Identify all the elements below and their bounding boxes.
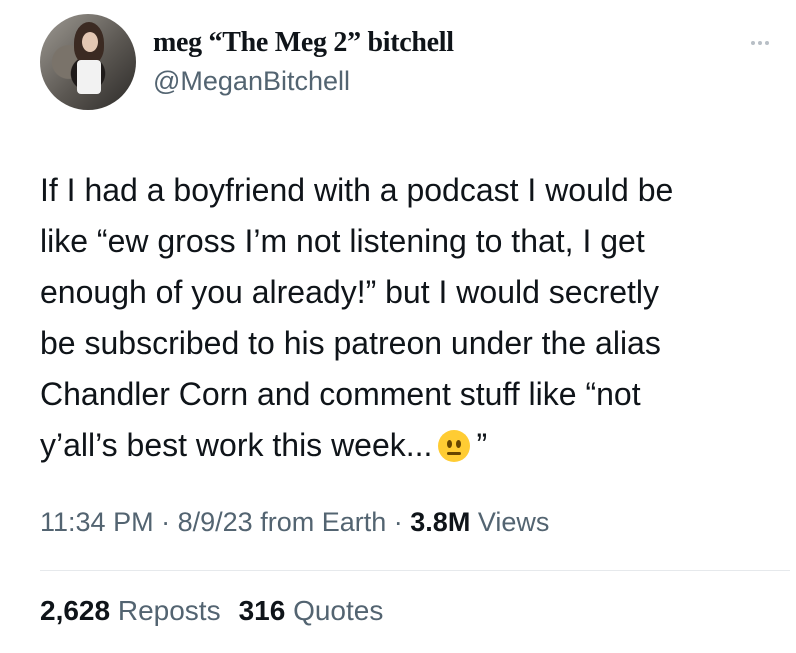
author-display-name[interactable]: meg “The Meg 2” bitchell [153, 27, 454, 59]
reposts-link[interactable]: 2,628 Reposts [40, 595, 221, 626]
tweet-closing-quote: ” [476, 427, 488, 463]
tweet-last-line: y’all’s best work this week... ” [40, 420, 760, 471]
reposts-count: 2,628 [40, 595, 111, 626]
meta-separator: · [161, 507, 171, 537]
tweet-line: y’all’s best work this week... [40, 427, 433, 463]
tweet-line: enough of you already!” but I would secr… [40, 274, 660, 310]
neutral-face-emoji-icon [438, 430, 471, 462]
avatar[interactable] [40, 14, 136, 110]
tweet-line: be subscribed to his patreon under the a… [40, 325, 661, 361]
divider [40, 570, 790, 571]
tweet-line: If I had a boyfriend with a podcast I wo… [40, 172, 674, 208]
tweet-text: If I had a boyfriend with a podcast I wo… [40, 165, 760, 471]
more-dot [751, 41, 755, 45]
engagement-stats: 2,628 Reposts 316 Quotes [40, 595, 383, 627]
author-handle[interactable]: @MeganBitchell [153, 66, 350, 97]
views-count: 3.8M [410, 507, 471, 537]
views-label: Views [477, 507, 550, 537]
reposts-label: Reposts [117, 595, 221, 626]
tweet-time[interactable]: 11:34 PM [40, 507, 154, 537]
tweet-date[interactable]: 8/9/23 [178, 507, 253, 537]
tweet-line: like “ew gross I’m not listening to that… [40, 223, 645, 259]
tweet-line: Chandler Corn and comment stuff like “no… [40, 376, 641, 412]
tweet-source: from Earth [260, 507, 387, 537]
tweet-meta: 11:34 PM · 8/9/23 from Earth · 3.8M View… [40, 507, 549, 538]
meta-separator: · [393, 507, 403, 537]
avatar-face [82, 32, 98, 52]
quotes-label: Quotes [293, 595, 384, 626]
quotes-link[interactable]: 316 Quotes [239, 595, 384, 626]
avatar-outfit [77, 60, 101, 94]
quotes-count: 316 [238, 595, 286, 626]
more-options-icon[interactable] [747, 38, 773, 48]
more-dot [765, 41, 769, 45]
more-dot [758, 41, 762, 45]
